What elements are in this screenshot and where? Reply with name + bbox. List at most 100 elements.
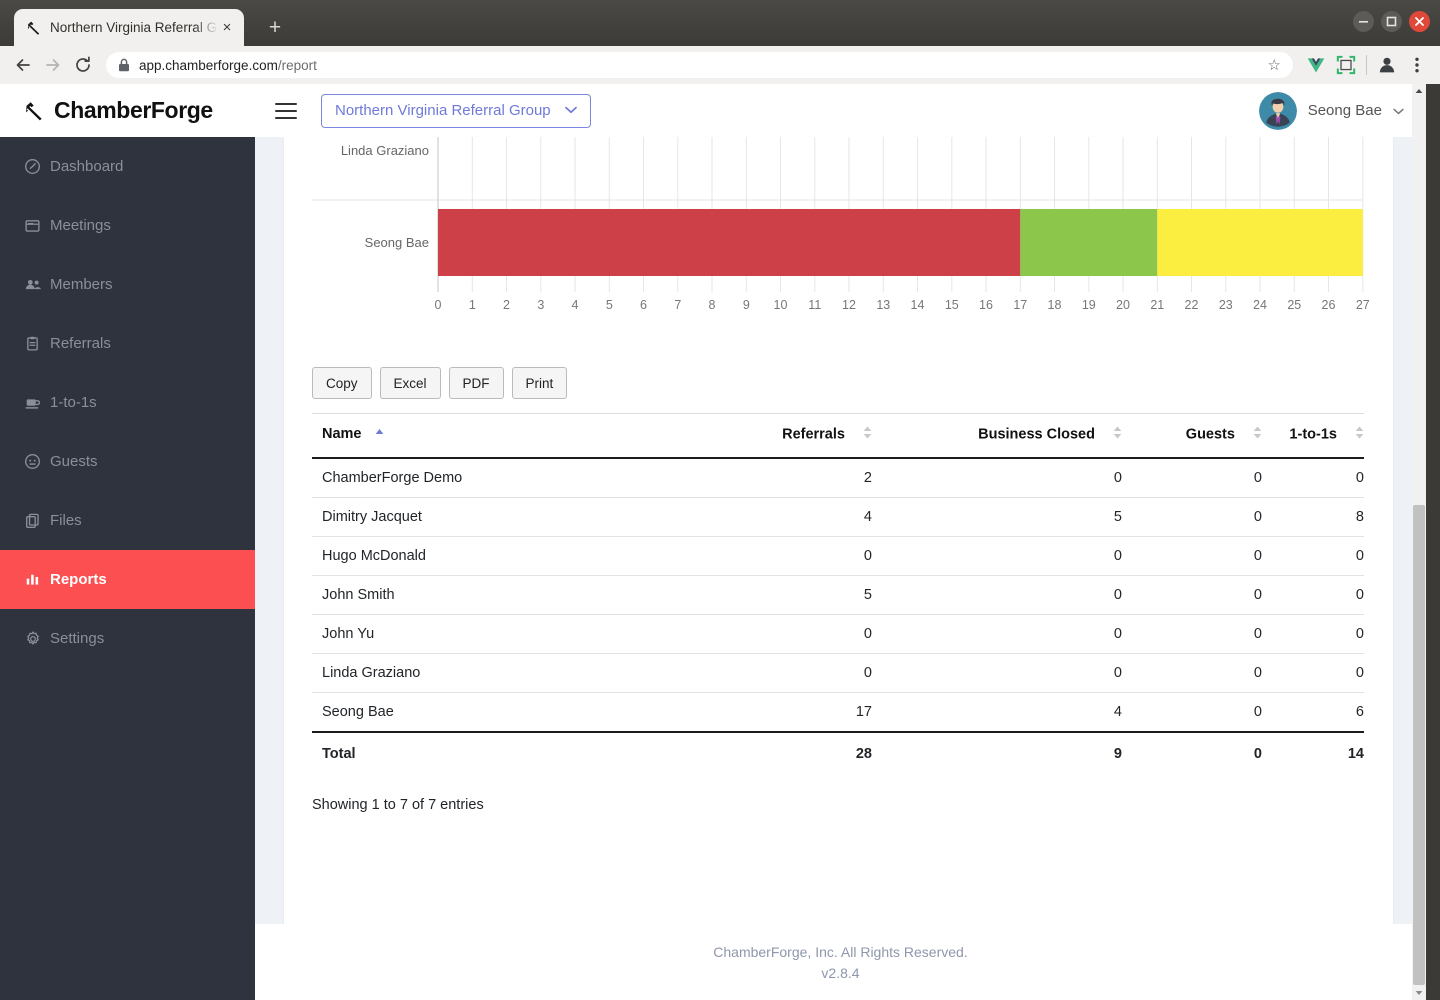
table-row[interactable]: Dimitry Jacquet 4 5 0 8 (312, 497, 1364, 537)
main-content: Linda Graziano Seong Bae 0 1 2 3 4 5 6 7… (255, 137, 1426, 1000)
tab-title: Northern Virginia Referral Group (50, 20, 218, 35)
bookmark-star-icon[interactable]: ☆ (1268, 56, 1281, 74)
clipboard-icon (24, 335, 50, 352)
cell-referrals: 0 (632, 614, 872, 654)
sidebar-item-label: Settings (50, 630, 105, 647)
user-name-text: Seong Bae (1307, 102, 1382, 119)
svg-text:7: 7 (674, 298, 681, 312)
sort-icon (858, 426, 872, 443)
profile-avatar-button[interactable] (1372, 50, 1402, 80)
sidebar-toggle-button[interactable] (275, 102, 297, 119)
cell-one-to-ones: 0 (1262, 575, 1364, 615)
excel-button[interactable]: Excel (379, 367, 441, 399)
footer-version: v2.8.4 (821, 964, 860, 981)
browser-titlebar: Northern Virginia Referral Group × + (0, 0, 1440, 46)
reload-button[interactable] (68, 50, 98, 80)
arrow-right-icon (46, 59, 60, 71)
cell-total-referrals: 28 (632, 731, 872, 773)
column-header-business-closed[interactable]: Business Closed (872, 413, 1122, 459)
cell-business-closed: 5 (872, 497, 1122, 537)
table-row[interactable]: ChamberForge Demo 2 0 0 0 (312, 458, 1364, 498)
window-close-button[interactable] (1409, 11, 1430, 32)
table-row[interactable]: John Smith 5 0 0 0 (312, 575, 1364, 615)
cell-guests: 0 (1122, 575, 1262, 615)
cell-guests: 0 (1122, 458, 1262, 498)
sidebar-item-referrals[interactable]: Referrals (0, 314, 255, 373)
tab-close-icon[interactable]: × (218, 19, 236, 37)
svg-text:24: 24 (1253, 298, 1267, 312)
vue-devtools-extension-icon[interactable] (1301, 50, 1331, 80)
table-row[interactable]: Linda Graziano 0 0 0 0 (312, 653, 1364, 693)
browser-window: Northern Virginia Referral Group × + (0, 0, 1440, 1000)
browser-toolbar: app.chamberforge.com/report ☆ (0, 46, 1440, 84)
chart-bar-referrals (438, 209, 1021, 276)
table-row[interactable]: Seong Bae 17 4 0 6 (312, 692, 1364, 733)
url-host: app.chamberforge.com (139, 57, 278, 73)
screenshot-extension-icon[interactable] (1331, 50, 1361, 80)
cell-referrals: 17 (632, 692, 872, 733)
user-menu[interactable]: Seong Bae (1258, 91, 1404, 130)
address-bar[interactable]: app.chamberforge.com/report ☆ (106, 52, 1293, 78)
svg-text:2: 2 (503, 298, 510, 312)
gear-icon (24, 630, 50, 648)
pdf-button[interactable]: PDF (448, 367, 504, 399)
forward-button[interactable] (38, 50, 68, 80)
arrow-left-icon (16, 59, 30, 71)
chart-x-tick-labels: 0 1 2 3 4 5 6 7 8 9 10 11 12 13 14 15 16… (435, 298, 1370, 312)
column-header-label: Guests (1185, 426, 1235, 443)
toolbar-divider (1366, 55, 1367, 75)
scroll-down-button[interactable] (1412, 986, 1426, 1000)
user-name-label: Seong Bae (1308, 102, 1404, 119)
table-row[interactable]: Hugo McDonald 0 0 0 0 (312, 536, 1364, 576)
app-brand[interactable]: ChamberForge (0, 84, 255, 137)
svg-text:0: 0 (435, 298, 442, 312)
new-tab-button[interactable]: + (262, 15, 288, 41)
svg-text:1: 1 (469, 298, 476, 312)
report-card: Linda Graziano Seong Bae 0 1 2 3 4 5 6 7… (284, 137, 1393, 949)
sort-icon (1350, 426, 1364, 443)
sidebar-item-guests[interactable]: Guests (0, 432, 255, 491)
copy-button[interactable]: Copy (312, 367, 372, 399)
group-selector[interactable]: Northern Virginia Referral Group (321, 93, 591, 128)
chamberforge-logo-icon (26, 101, 42, 120)
svg-text:5: 5 (606, 298, 613, 312)
sidebar-item-1-to-1s[interactable]: 1-to-1s (0, 373, 255, 432)
column-header-name[interactable]: Name (312, 413, 632, 459)
sidebar-item-meetings[interactable]: Meetings (0, 196, 255, 255)
table-header: Name Referrals Business Closed Guests 1-… (312, 413, 1364, 459)
page-scrollbar[interactable] (1412, 84, 1426, 1000)
browser-tab[interactable]: Northern Virginia Referral Group × (14, 9, 244, 46)
sidebar-item-files[interactable]: Files (0, 491, 255, 550)
cell-name: Linda Graziano (312, 653, 632, 693)
sidebar-item-members[interactable]: Members (0, 255, 255, 314)
scroll-up-button[interactable] (1412, 84, 1426, 98)
reload-icon (76, 56, 90, 72)
browser-menu-button[interactable] (1402, 50, 1432, 80)
window-minimize-button[interactable] (1353, 11, 1374, 32)
window-maximize-button[interactable] (1381, 11, 1402, 32)
sort-icon (1108, 426, 1122, 443)
cell-total-business-closed: 9 (872, 731, 1122, 773)
back-button[interactable] (8, 50, 38, 80)
svg-text:6: 6 (640, 298, 647, 312)
column-header-one-to-ones[interactable]: 1-to-1s (1262, 413, 1364, 459)
top-navbar: Northern Virginia Referral Group Seong B… (255, 84, 1426, 137)
column-header-label: Business Closed (978, 426, 1095, 443)
export-buttons: Copy Excel PDF Print (312, 367, 568, 399)
copy-icon (24, 512, 50, 529)
print-button[interactable]: Print (511, 367, 568, 399)
sidebar-item-label: Dashboard (50, 158, 124, 175)
cell-total-label: Total (312, 731, 632, 773)
sidebar-item-reports[interactable]: Reports (0, 550, 255, 609)
sidebar-item-settings[interactable]: Settings (0, 609, 255, 668)
svg-text:27: 27 (1356, 298, 1370, 312)
column-header-guests[interactable]: Guests (1122, 413, 1262, 459)
table-row[interactable]: John Yu 0 0 0 0 (312, 614, 1364, 654)
url-path: /report (277, 57, 317, 73)
scrollbar-thumb[interactable] (1413, 505, 1425, 985)
svg-text:4: 4 (572, 298, 579, 312)
cell-one-to-ones: 6 (1262, 692, 1364, 733)
sidebar-item-dashboard[interactable]: Dashboard (0, 137, 255, 196)
svg-text:18: 18 (1048, 298, 1062, 312)
column-header-referrals[interactable]: Referrals (632, 413, 872, 459)
